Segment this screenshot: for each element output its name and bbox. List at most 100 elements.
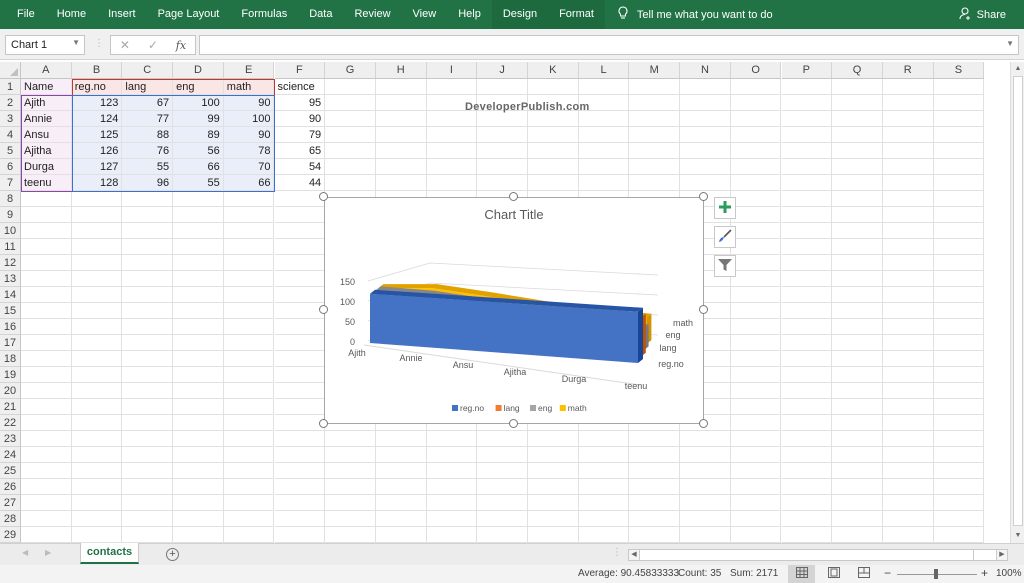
cell-B17[interactable] <box>71 335 123 351</box>
name-box[interactable]: Chart 1 ▼ <box>5 35 85 55</box>
cell-S20[interactable] <box>933 383 985 399</box>
cell-C9[interactable] <box>122 207 174 223</box>
cell-F9[interactable] <box>274 207 326 223</box>
cell-Q14[interactable] <box>832 287 883 303</box>
cell-C15[interactable] <box>122 303 174 319</box>
cell-S14[interactable] <box>933 287 985 303</box>
cell-I1[interactable] <box>426 79 478 95</box>
cell-D4[interactable]: 89 <box>173 127 224 143</box>
tell-me-search[interactable]: Tell me what you want to do <box>617 6 773 23</box>
cell-A3[interactable]: Annie <box>21 111 72 127</box>
cell-S16[interactable] <box>933 319 985 335</box>
cell-B10[interactable] <box>71 223 123 239</box>
cell-F20[interactable] <box>274 383 326 399</box>
chart-elements-button[interactable] <box>714 197 736 219</box>
cell-F23[interactable] <box>274 431 326 447</box>
cell-D22[interactable] <box>173 415 224 431</box>
cell-N4[interactable] <box>680 127 731 143</box>
cell-N3[interactable] <box>680 111 731 127</box>
cell-O5[interactable] <box>730 143 782 159</box>
cell-L29[interactable] <box>578 527 630 543</box>
column-header-I[interactable]: I <box>426 62 478 79</box>
cell-N27[interactable] <box>680 495 731 511</box>
cell-O7[interactable] <box>730 175 782 191</box>
cell-O21[interactable] <box>730 399 782 415</box>
row-header-17[interactable]: 17 <box>0 335 21 351</box>
cell-O8[interactable] <box>730 191 782 207</box>
ribbon-tab-home[interactable]: Home <box>46 0 97 29</box>
column-header-C[interactable]: C <box>122 62 174 79</box>
cell-K4[interactable] <box>528 127 579 143</box>
cell-R18[interactable] <box>882 351 934 367</box>
row-header-1[interactable]: 1 <box>0 79 21 95</box>
cell-D6[interactable]: 66 <box>173 159 224 175</box>
cell-D2[interactable]: 100 <box>173 95 224 111</box>
cell-A11[interactable] <box>21 239 72 255</box>
cell-D9[interactable] <box>173 207 224 223</box>
cell-H29[interactable] <box>375 527 427 543</box>
horizontal-scrollbar[interactable]: ◀ ▶ <box>628 549 1008 561</box>
column-header-B[interactable]: B <box>71 62 123 79</box>
cell-G26[interactable] <box>325 479 376 495</box>
cell-E3[interactable]: 100 <box>223 111 275 127</box>
cell-B28[interactable] <box>71 511 123 527</box>
cell-J24[interactable] <box>477 447 528 463</box>
cell-F11[interactable] <box>274 239 326 255</box>
cell-O4[interactable] <box>730 127 782 143</box>
cell-S12[interactable] <box>933 255 985 271</box>
row-header-25[interactable]: 25 <box>0 463 21 479</box>
cell-F10[interactable] <box>274 223 326 239</box>
cell-H3[interactable] <box>375 111 427 127</box>
cell-F4[interactable]: 79 <box>274 127 326 143</box>
cell-P1[interactable] <box>781 79 833 95</box>
resize-handle-nw[interactable] <box>319 192 328 201</box>
row-header-2[interactable]: 2 <box>0 95 21 111</box>
cell-I25[interactable] <box>426 463 478 479</box>
tab-split-handle[interactable]: ⋮ <box>612 547 622 558</box>
cell-A24[interactable] <box>21 447 72 463</box>
cell-P24[interactable] <box>781 447 833 463</box>
cell-B14[interactable] <box>71 287 123 303</box>
cell-C24[interactable] <box>122 447 174 463</box>
column-header-N[interactable]: N <box>680 62 731 79</box>
cell-B13[interactable] <box>71 271 123 287</box>
cell-E14[interactable] <box>223 287 275 303</box>
cell-C26[interactable] <box>122 479 174 495</box>
cell-K3[interactable] <box>528 111 579 127</box>
cell-I4[interactable] <box>426 127 478 143</box>
cell-S7[interactable] <box>933 175 985 191</box>
cell-Q5[interactable] <box>832 143 883 159</box>
cell-I24[interactable] <box>426 447 478 463</box>
cell-F26[interactable] <box>274 479 326 495</box>
cell-K1[interactable] <box>528 79 579 95</box>
cell-S6[interactable] <box>933 159 985 175</box>
row-header-28[interactable]: 28 <box>0 511 21 527</box>
cell-O26[interactable] <box>730 479 782 495</box>
cell-B19[interactable] <box>71 367 123 383</box>
cell-A1[interactable]: Name <box>21 79 72 95</box>
cell-B11[interactable] <box>71 239 123 255</box>
cell-C2[interactable]: 67 <box>122 95 174 111</box>
cell-D14[interactable] <box>173 287 224 303</box>
cell-R11[interactable] <box>882 239 934 255</box>
next-sheet-icon[interactable]: ▶ <box>45 548 51 557</box>
cell-R8[interactable] <box>882 191 934 207</box>
cell-A18[interactable] <box>21 351 72 367</box>
cell-D16[interactable] <box>173 319 224 335</box>
cell-Q15[interactable] <box>832 303 883 319</box>
cell-R22[interactable] <box>882 415 934 431</box>
cell-E22[interactable] <box>223 415 275 431</box>
cell-C1[interactable]: lang <box>122 79 174 95</box>
cell-E19[interactable] <box>223 367 275 383</box>
cell-A12[interactable] <box>21 255 72 271</box>
cell-D10[interactable] <box>173 223 224 239</box>
cell-H27[interactable] <box>375 495 427 511</box>
ribbon-tab-insert[interactable]: Insert <box>97 0 147 29</box>
column-header-O[interactable]: O <box>730 62 782 79</box>
cell-O12[interactable] <box>730 255 782 271</box>
cell-A9[interactable] <box>21 207 72 223</box>
cell-S27[interactable] <box>933 495 985 511</box>
horizontal-scroll-thumb[interactable] <box>641 550 974 560</box>
cell-C13[interactable] <box>122 271 174 287</box>
cell-D7[interactable]: 55 <box>173 175 224 191</box>
